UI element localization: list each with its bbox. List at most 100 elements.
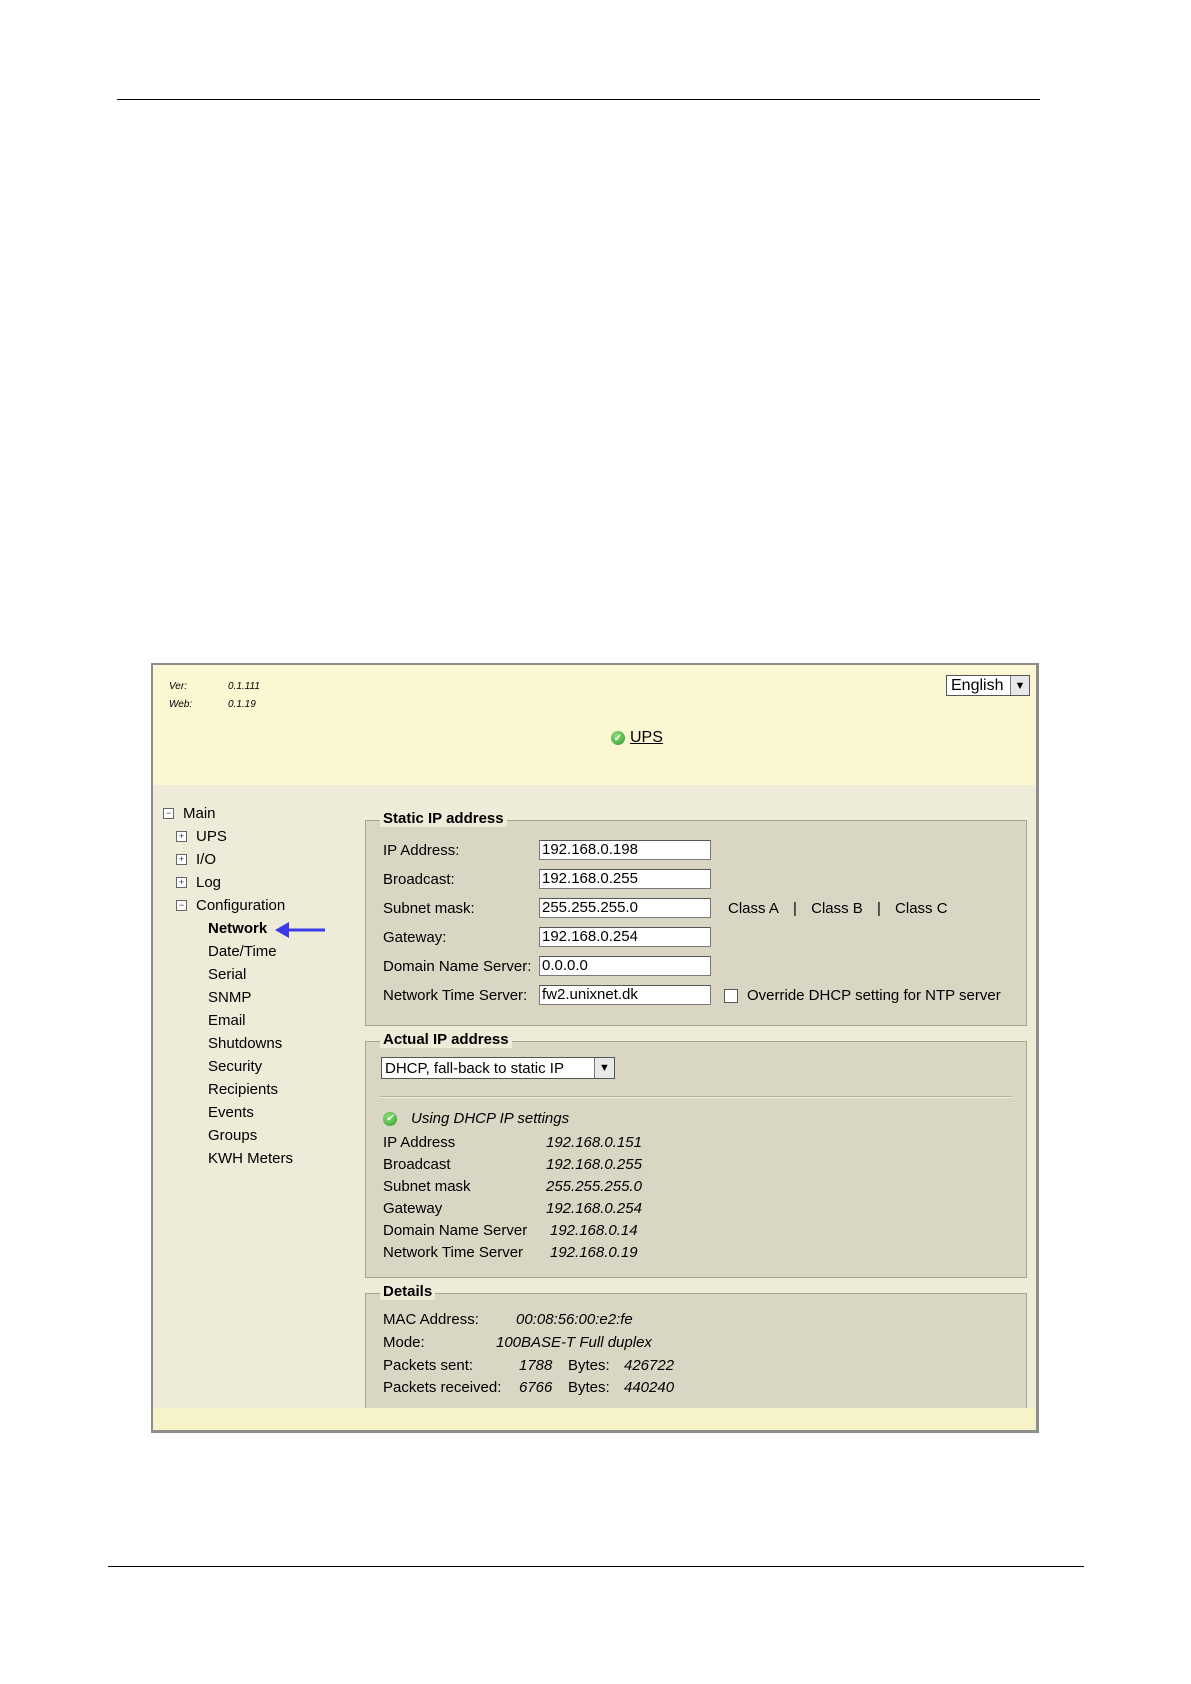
mode-value: 100BASE-T Full duplex: [496, 1334, 652, 1351]
nav-item-events[interactable]: Events: [163, 1101, 293, 1124]
nav-item-configuration[interactable]: − Configuration: [163, 894, 293, 917]
nav-label: Events: [208, 1104, 254, 1121]
subnet-mask-input[interactable]: 255.255.255.0: [539, 898, 711, 918]
static-ip-legend: Static IP address: [380, 810, 507, 827]
override-ntp-checkbox[interactable]: [724, 988, 738, 1003]
gateway-input[interactable]: 192.168.0.254: [539, 927, 711, 947]
separator: |: [793, 900, 797, 917]
dhcp-status-text: Using DHCP IP settings: [411, 1110, 570, 1127]
ok-check-icon: ✓: [611, 731, 625, 745]
nav-item-recipients[interactable]: Recipients: [163, 1078, 293, 1101]
ups-status-link[interactable]: ✓ UPS: [611, 729, 663, 747]
details-panel: Details MAC Address: 00:08:56:00:e2:fe M…: [365, 1283, 1027, 1413]
mac-value: 00:08:56:00:e2:fe: [516, 1311, 633, 1328]
nav-label: I/O: [196, 851, 217, 868]
ip-mode-value: DHCP, fall-back to static IP: [385, 1059, 564, 1077]
main-area: − Main + UPS + I/O + Log − Configuration Netw…: [153, 785, 1036, 1430]
ver-label: Ver:: [169, 681, 187, 692]
language-select[interactable]: English ▼: [946, 675, 1030, 696]
collapse-icon[interactable]: −: [176, 900, 187, 911]
nav-item-network[interactable]: Network: [163, 917, 293, 940]
page-top-rule: [117, 99, 1040, 100]
page-bottom-rule: [108, 1566, 1084, 1567]
packets-sent-value: 1788: [519, 1357, 553, 1374]
nav-item-email[interactable]: Email: [163, 1009, 293, 1032]
sent-bytes-label: Bytes:: [568, 1357, 610, 1374]
ip-address-input[interactable]: 192.168.0.198: [539, 840, 711, 860]
nav-item-main[interactable]: − Main: [163, 802, 293, 825]
nav-item-shutdowns[interactable]: Shutdowns: [163, 1032, 293, 1055]
class-a-link[interactable]: Class A: [728, 900, 779, 917]
ver-value: 0.1.111: [228, 681, 260, 692]
actual-dns-label: Domain Name Server: [383, 1222, 528, 1239]
expand-icon[interactable]: +: [176, 877, 187, 888]
mac-label: MAC Address:: [383, 1311, 479, 1328]
ip-mode-select[interactable]: DHCP, fall-back to static IP ▼: [381, 1057, 615, 1079]
actual-ip-legend: Actual IP address: [380, 1031, 512, 1048]
nav-label: Security: [208, 1058, 263, 1075]
packets-received-label: Packets received:: [383, 1379, 502, 1396]
nav-item-log[interactable]: + Log: [163, 871, 293, 894]
nav-item-datetime[interactable]: Date/Time: [163, 940, 293, 963]
nav-label: Configuration: [196, 897, 286, 914]
nav-item-serial[interactable]: Serial: [163, 963, 293, 986]
recv-bytes-value: 440240: [624, 1379, 675, 1396]
nav-label: UPS: [196, 828, 227, 845]
nav-item-security[interactable]: Security: [163, 1055, 293, 1078]
footer-band: [153, 1408, 1036, 1430]
divider: [380, 1096, 1012, 1098]
class-c-link[interactable]: Class C: [895, 900, 948, 917]
ups-web-interface: Ver: 0.1.111 Web: 0.1.19 English ▼ ✓ UPS −…: [151, 663, 1039, 1433]
override-ntp-row: Override DHCP setting for NTP server: [724, 987, 1001, 1004]
actual-broadcast-label: Broadcast: [383, 1156, 451, 1173]
actual-nts-value: 192.168.0.19: [550, 1244, 638, 1261]
details-legend: Details: [380, 1283, 436, 1300]
dns-input[interactable]: 0.0.0.0: [539, 956, 711, 976]
separator: |: [876, 900, 881, 917]
class-b-link[interactable]: Class B: [811, 900, 863, 917]
nav-label: Date/Time: [208, 943, 277, 960]
chevron-down-icon[interactable]: ▼: [1010, 676, 1029, 695]
nav-label: SNMP: [208, 989, 252, 1006]
actual-broadcast-value: 192.168.0.255: [546, 1156, 642, 1173]
nav-tree: − Main + UPS + I/O + Log − Configuration Netw…: [163, 802, 293, 1170]
packets-sent-label: Packets sent:: [383, 1357, 474, 1374]
nts-input[interactable]: fw2.unixnet.dk: [539, 985, 711, 1005]
nav-label: Serial: [208, 966, 247, 983]
actual-ip-value: 192.168.0.151: [546, 1134, 642, 1151]
nav-label: Groups: [208, 1127, 258, 1144]
nav-item-groups[interactable]: Groups: [163, 1124, 293, 1147]
actual-dns-value: 192.168.0.14: [550, 1222, 638, 1239]
nav-item-io[interactable]: + I/O: [163, 848, 293, 871]
collapse-icon[interactable]: −: [163, 808, 174, 819]
actual-subnet-value: 255.255.255.0: [546, 1178, 642, 1195]
header: Ver: 0.1.111 Web: 0.1.19 English ▼ ✓ UPS: [153, 665, 1036, 785]
nav-label: Shutdowns: [208, 1035, 283, 1052]
ip-label: IP Address:: [383, 842, 460, 859]
version-info: Ver: 0.1.111 Web: 0.1.19: [169, 678, 260, 714]
static-ip-panel: Static IP address IP Address: 192.168.0.…: [365, 810, 1027, 1026]
actual-gateway-label: Gateway: [383, 1200, 443, 1217]
ups-link-label[interactable]: UPS: [630, 729, 663, 747]
recv-bytes-label: Bytes:: [568, 1379, 610, 1396]
nav-label: Recipients: [208, 1081, 279, 1098]
nav-item-kwh-meters[interactable]: KWH Meters: [163, 1147, 293, 1170]
nav-label: Network: [208, 920, 268, 937]
expand-icon[interactable]: +: [176, 831, 187, 842]
actual-nts-label: Network Time Server: [383, 1244, 524, 1261]
chevron-down-icon[interactable]: ▼: [594, 1058, 614, 1078]
nts-label: Network Time Server:: [383, 987, 528, 1004]
nav-label: Log: [196, 874, 222, 891]
pointer-arrow-icon: [275, 922, 325, 938]
ok-check-icon: ✓: [383, 1111, 397, 1126]
nav-item-snmp[interactable]: SNMP: [163, 986, 293, 1009]
broadcast-label: Broadcast:: [383, 871, 455, 888]
override-ntp-label: Override DHCP setting for NTP server: [747, 987, 1001, 1004]
mode-label: Mode:: [383, 1334, 425, 1351]
expand-icon[interactable]: +: [176, 854, 187, 865]
nav-item-ups[interactable]: + UPS: [163, 825, 293, 848]
actual-ip-label: IP Address: [383, 1134, 456, 1151]
packets-received-value: 6766: [519, 1379, 553, 1396]
broadcast-input[interactable]: 192.168.0.255: [539, 869, 711, 889]
nav-label: Email: [208, 1012, 246, 1029]
